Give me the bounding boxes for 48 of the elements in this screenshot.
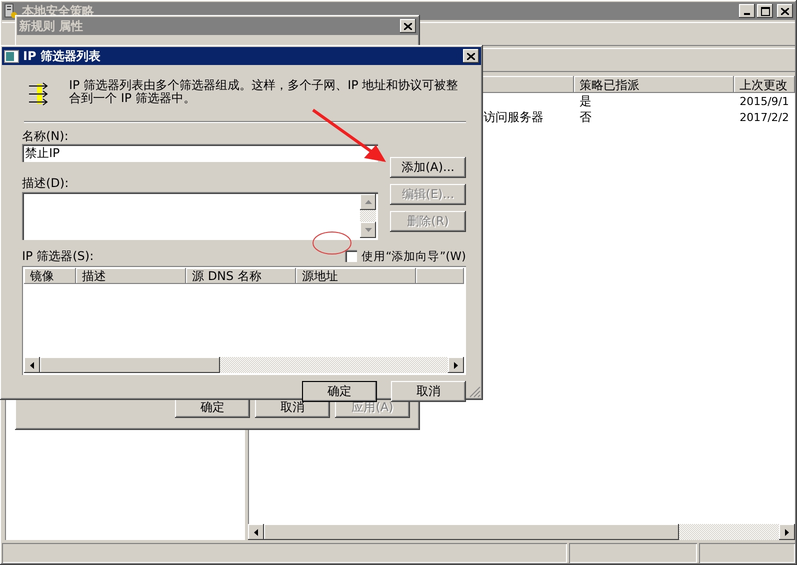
scroll-up-button[interactable] [360,194,376,210]
column-header[interactable]: 源地址 [296,268,416,284]
scroll-right-button[interactable] [779,524,795,540]
column-header[interactable]: 描述 [76,268,186,284]
window-icon [4,50,19,62]
down-arrow-icon [364,228,372,232]
policy-name: 访问服务器 [484,110,544,124]
resize-grip-icon[interactable] [469,386,481,398]
action-button[interactable]: 添加(A)... [390,157,466,178]
field-label: 名称(N): [22,129,70,143]
highlight-circle [312,232,352,254]
scroll-left-button[interactable] [248,524,264,540]
right-arrow-icon [785,528,789,536]
column-header[interactable]: 镜像 [24,268,76,284]
left-arrow-icon [30,362,34,368]
close-button[interactable] [463,49,479,63]
policy-date: 2015/9/1 [740,95,789,108]
policy-assigned: 是 [580,94,592,108]
policy-assigned: 否 [580,110,592,124]
filter-list-icon [27,82,49,108]
dialog-button[interactable]: 确定 [302,381,377,402]
close-icon [404,22,412,30]
name-field[interactable]: 禁止IP [22,144,378,162]
scroll-right-button[interactable] [448,357,464,373]
right-arrow-icon [454,362,458,368]
policy-date: 2017/2/2 [740,111,789,124]
description-field[interactable] [22,192,378,240]
close-icon [781,8,789,14]
close-icon [467,52,475,60]
column-header[interactable]: 上次更改 [734,76,795,93]
field-label: 描述(D): [22,176,70,190]
checkbox-label: 使用“添加向导”(W) [362,248,466,264]
column-header[interactable]: 策略已指派 [574,76,734,93]
dialog-title: 新规则 属性 [19,18,84,34]
dialog-button[interactable]: 取消 [391,381,466,402]
checkbox[interactable] [344,250,357,262]
up-arrow-icon [364,200,372,204]
dialog-title: IP 筛选器列表 [23,48,100,64]
scroll-left-button[interactable] [24,357,40,373]
scrollbar-thumb[interactable] [40,357,220,373]
description-text: IP 筛选器列表由多个筛选器组成。这样，多个子网、IP 地址和协议可被整合到一个 IP 筛选器中。 [69,79,460,105]
field-label: IP 筛选器(S): [22,249,94,263]
scroll-down-button[interactable] [360,222,376,238]
column-header[interactable] [416,268,464,284]
maximize-icon [760,6,770,16]
scrollbar-thumb[interactable] [264,524,679,540]
left-arrow-icon [254,528,258,536]
column-header[interactable]: 源 DNS 名称 [186,268,296,284]
